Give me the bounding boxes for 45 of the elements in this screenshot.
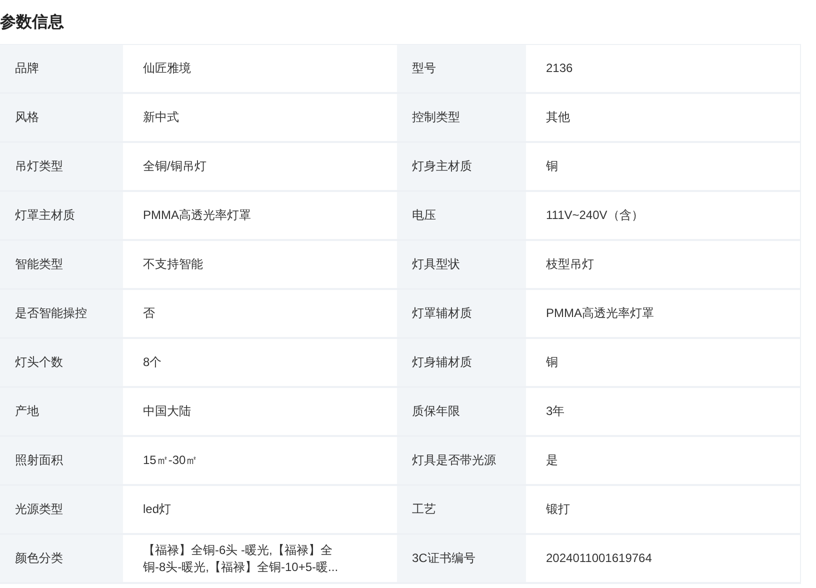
parameter-label: 照射面积: [15, 452, 63, 469]
parameter-value: PMMA高透光率灯罩: [546, 305, 654, 322]
parameter-label: 3C证书编号: [412, 550, 476, 567]
parameter-label: 型号: [412, 60, 436, 77]
parameter-label: 产地: [15, 403, 39, 420]
parameter-value: 仙匠雅境: [143, 60, 191, 77]
parameter-label: 吊灯类型: [15, 158, 63, 175]
parameter-label: 工艺: [412, 501, 436, 518]
parameter-value: 新中式: [143, 109, 179, 126]
parameter-label: 智能类型: [15, 256, 63, 273]
parameter-value: 【福禄】全铜-6头 -暖光,【福禄】全铜-8头-暖光,【福禄】全铜-10+5-暖...: [143, 542, 340, 576]
parameter-value: 111V~240V（含）: [546, 207, 644, 224]
section-title: 参数信息: [0, 12, 64, 33]
parameter-label: 灯罩辅材质: [412, 305, 472, 322]
parameter-value: 2136: [546, 60, 573, 77]
parameter-value: 不支持智能: [143, 256, 203, 273]
parameter-label: 颜色分类: [15, 550, 63, 567]
parameter-label: 光源类型: [15, 501, 63, 518]
parameter-label: 灯身主材质: [412, 158, 472, 175]
parameter-value: led灯: [143, 501, 172, 518]
parameter-label: 灯罩主材质: [15, 207, 75, 224]
parameter-label: 是否智能操控: [15, 305, 87, 322]
parameter-label: 质保年限: [412, 403, 460, 420]
parameter-label: 灯具是否带光源: [412, 452, 496, 469]
parameter-label: 灯具型状: [412, 256, 460, 273]
parameter-value: PMMA高透光率灯罩: [143, 207, 251, 224]
parameter-value: 其他: [546, 109, 570, 126]
parameter-value: 铜: [546, 158, 558, 175]
parameter-value: 15㎡-30㎡: [143, 452, 198, 469]
parameter-value: 全铜/铜吊灯: [143, 158, 206, 175]
parameter-value: 锻打: [546, 501, 570, 518]
parameter-label: 品牌: [15, 60, 39, 77]
parameter-label: 灯身辅材质: [412, 354, 472, 371]
parameter-label: 电压: [412, 207, 436, 224]
parameter-label: 控制类型: [412, 109, 460, 126]
parameter-value: 2024011001619764: [546, 550, 652, 567]
parameter-value: 8个: [143, 354, 162, 371]
parameter-label: 灯头个数: [15, 354, 63, 371]
parameter-value: 是: [546, 452, 558, 469]
parameter-value: 3年: [546, 403, 565, 420]
parameter-value: 否: [143, 305, 155, 322]
parameter-value: 铜: [546, 354, 558, 371]
parameter-label: 风格: [15, 109, 39, 126]
parameter-value: 枝型吊灯: [546, 256, 594, 273]
parameter-value: 中国大陆: [143, 403, 191, 420]
